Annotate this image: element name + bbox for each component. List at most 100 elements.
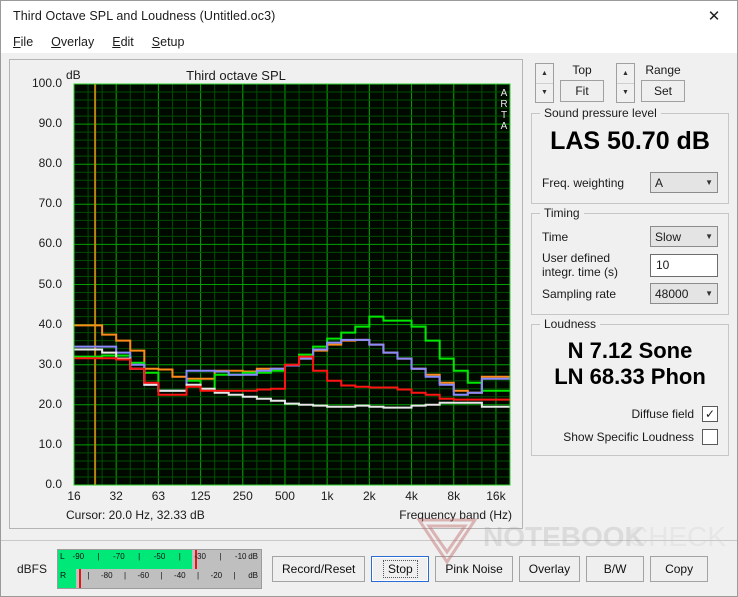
spl-value: LAS 50.70 dB [550,127,710,155]
meter-tick: -70 [113,551,125,561]
top-spin-down-icon[interactable]: ▼ [536,83,553,102]
meter-tick: | [138,551,141,561]
loudness-phon: LN 68.33 Phon [554,364,706,389]
top-spinner[interactable]: ▲ ▼ [535,63,554,103]
scale-controls: ▲ ▼ Top Fit ▲ ▼ Range Set [531,59,729,113]
button-label: Record/Reset [282,561,356,576]
meter-tick: -10 [234,551,247,561]
menu-mnemonic: F [13,35,21,49]
meter-tick: | [197,570,200,580]
loudness-legend: Loudness [540,317,601,331]
show-specific-loudness-label: Show Specific Loudness [563,430,694,444]
y-axis-tick: 30.0 [38,356,62,371]
menu-label-rest: verlay [60,35,95,49]
menu-mnemonic: S [151,35,161,49]
dbfs-meter[interactable]: L dB -90 | -70 | -50 | -30 | -10 R dB | -80 | -60 | -… [57,548,263,589]
top-label: Top [572,63,592,77]
x-axis-tick: 125 [190,489,211,503]
top-spin-up-icon[interactable]: ▲ [536,64,553,84]
chevron-down-icon: ▼ [705,178,713,187]
range-spin-down-icon[interactable]: ▼ [617,83,634,102]
range-label: Range [645,63,681,77]
chevron-down-icon: ▼ [705,232,713,241]
x-axis-tick: 32 [109,489,123,503]
arta-watermark: ARTA [500,88,508,132]
range-spin-up-icon[interactable]: ▲ [617,64,634,84]
y-axis-tick: 70.0 [38,196,62,211]
y-axis-tick: 80.0 [38,156,62,171]
meter-tick: | [87,570,90,580]
x-axis-tick: 500 [274,489,295,503]
timing-legend: Timing [540,206,584,220]
window-title: Third Octave SPL and Loudness (Untitled.… [13,9,276,23]
meter-tick: | [123,570,127,580]
menu-item-setup[interactable]: Setup [152,35,185,49]
sampling-rate-label: Sampling rate [542,286,617,301]
integration-time-label-line1: User defined [542,251,611,265]
meter-right-unit: dB [248,570,259,580]
button-pink-noise[interactable]: Pink Noise [435,555,513,582]
time-select[interactable]: Slow ▼ [650,226,718,247]
button-b-w[interactable]: B/W [586,555,645,582]
sampling-rate-row: Sampling rate 48000 ▼ [542,283,718,304]
dbfs-meter-left: L dB -90 | -70 | -50 | -30 | -10 [58,549,261,569]
transport-buttons: Record/Reset Stop Pink Noise Overlay B/W Copy [272,555,709,582]
x-axis-tick: 8k [447,489,461,503]
x-axis-tick: 16 [67,489,81,503]
x-axis-tick: 16k [486,489,506,503]
close-icon[interactable]: ✕ [691,1,737,31]
x-axis-tick: 250 [232,489,253,503]
diffuse-field-checkbox[interactable]: ✓ [702,406,718,422]
cursor-readout: Cursor: 20.0 Hz, 32.33 dB [66,508,205,522]
show-specific-loudness-checkbox[interactable] [702,429,718,445]
meter-tick: -30 [194,551,206,561]
button-copy[interactable]: Copy [650,555,709,582]
freq-weighting-row: Freq. weighting A ▼ [542,172,718,193]
top-fit-button[interactable]: Fit [560,80,604,102]
button-stop[interactable]: Stop [371,555,430,582]
meter-tick: -90 [72,551,85,561]
y-axis-tick: 50.0 [38,276,62,291]
range-spinner[interactable]: ▲ ▼ [616,63,635,103]
x-axis-title: Frequency band (Hz) [399,508,512,522]
y-axis-tick: 10.0 [38,436,62,451]
main-content: dB Third octave SPL 100.0 90.0 80.0 70.0 60.… [1,53,737,540]
plot-area[interactable]: 100.0 90.0 80.0 70.0 60.0 50.0 40.0 30.0 20.0 10.… [10,60,522,528]
app-window: Third Octave SPL and Loudness (Untitled.… [0,0,738,597]
meter-left-channel: L [60,550,65,561]
x-axis-tick: 63 [151,489,166,503]
spl-legend: Sound pressure level [540,106,661,120]
meter-tick: -50 [153,551,166,561]
button-label: Stop [383,559,418,578]
menu-bar: File Overlay Edit Setup [1,31,737,53]
freq-weighting-value: A [655,175,664,190]
y-axis-tick: 90.0 [38,116,62,131]
meter-tick: | [97,551,100,561]
menu-item-file[interactable]: File [13,35,33,49]
button-record-reset[interactable]: Record/Reset [272,555,366,582]
menu-label-rest: etup [160,35,185,49]
menu-item-edit[interactable]: Edit [112,35,134,49]
diffuse-field-row[interactable]: Diffuse field ✓ [542,406,718,422]
sound-pressure-level-group: Sound pressure level LAS 50.70 dB Freq. … [531,106,729,204]
meter-tick: | [160,570,163,580]
time-value: Slow [655,229,682,244]
timing-group: Timing Time Slow ▼ User defined integr. … [531,206,729,315]
top-control-group: ▲ ▼ Top Fit [535,63,604,103]
dbfs-meter-right: R dB | -80 | -60 | -40 | -20 | [58,568,261,588]
diffuse-field-label: Diffuse field [631,407,694,421]
chevron-down-icon: ▼ [705,289,713,298]
integration-time-row: User defined integr. time (s) 10 [542,251,718,279]
meter-tick: -80 [100,570,113,580]
freq-weighting-select[interactable]: A ▼ [650,172,718,193]
button-overlay[interactable]: Overlay [518,555,581,582]
dbfs-label: dBFS [17,561,48,576]
range-set-button[interactable]: Set [641,80,685,102]
show-specific-loudness-row[interactable]: Show Specific Loudness [542,429,718,445]
integration-time-input[interactable]: 10 [650,253,718,277]
chart-panel[interactable]: dB Third octave SPL 100.0 90.0 80.0 70.0 60.… [9,59,523,529]
menu-mnemonic: O [51,35,61,49]
sampling-rate-select[interactable]: 48000 ▼ [650,283,718,304]
range-control-group: ▲ ▼ Range Set [616,63,685,103]
menu-item-overlay[interactable]: Overlay [51,35,94,49]
